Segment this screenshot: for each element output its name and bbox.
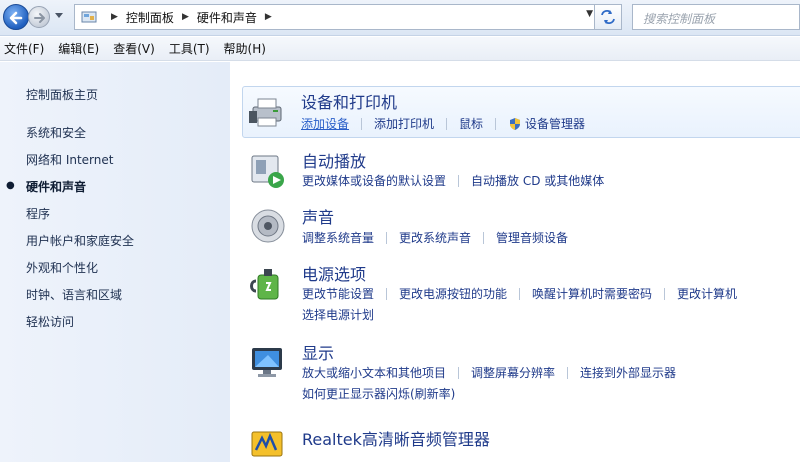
fix-flicker-link[interactable]: 如何更正显示器闪烁(刷新率) [302, 385, 455, 402]
sidebar-item-home[interactable]: 控制面板主页 [26, 86, 98, 103]
display-links-row2: 如何更正显示器闪烁(刷新率) [302, 385, 455, 402]
address-history-dropdown-icon[interactable]: ▼ [586, 9, 593, 19]
screen-resolution-link[interactable]: 调整屏幕分辨率 [471, 364, 555, 381]
menu-bar: 文件(F) 编辑(E) 查看(V) 工具(T) 帮助(H) [0, 37, 800, 61]
sidebar-item-programs[interactable]: 程序 [26, 205, 50, 222]
adjust-volume-link[interactable]: 调整系统音量 [302, 229, 374, 246]
autoplay-links: 更改媒体或设备的默认设置 自动播放 CD 或其他媒体 [302, 172, 604, 189]
link-divider [495, 117, 497, 130]
external-display-link[interactable]: 连接到外部显示器 [580, 364, 676, 381]
power-button-function-link[interactable]: 更改电源按钮的功能 [399, 285, 507, 302]
category-power-options: 电源选项 更改节能设置 更改电源按钮的功能 唤醒计算机时需要密码 更改计算机 选… [244, 259, 800, 329]
search-input[interactable]: 搜索控制面板 [632, 4, 800, 30]
link-divider [458, 174, 460, 187]
sidebar-item-network[interactable]: 网络和 Internet [26, 151, 113, 168]
category-realtek: Realtek高清晰音频管理器 [244, 420, 800, 460]
uac-shield-icon [510, 117, 521, 130]
realtek-title[interactable]: Realtek高清晰音频管理器 [302, 426, 490, 450]
forward-button[interactable] [28, 6, 50, 28]
breadcrumb: ▶ 控制面板 ▶ 硬件和声音 ▶ [103, 5, 280, 29]
sidebar-item-hardware-sound: 硬件和声音 [26, 180, 87, 194]
link-divider [664, 287, 666, 300]
menu-help[interactable]: 帮助(H) [220, 40, 276, 57]
category-display: 显示 放大或缩小文本和其他项目 调整屏幕分辨率 连接到外部显示器 如何更正显示器… [244, 338, 800, 408]
refresh-button[interactable] [594, 4, 622, 30]
autoplay-icon [251, 155, 284, 188]
address-bar-area: ▶ 控制面板 ▶ 硬件和声音 ▶ ▼ 搜索控制面板 [0, 0, 800, 36]
forward-arrow-icon [34, 13, 45, 23]
refresh-icon [601, 10, 615, 24]
back-arrow-icon [9, 11, 23, 25]
menu-tools[interactable]: 工具(T) [165, 40, 220, 57]
link-divider [458, 366, 460, 379]
sound-links: 调整系统音量 更改系统声音 管理音频设备 [302, 229, 568, 246]
power-options-links-row2: 选择电源计划 [302, 306, 374, 323]
autoplay-cd-link[interactable]: 自动播放 CD 或其他媒体 [471, 172, 604, 189]
sidebar-item-user-accounts[interactable]: 用户帐户和家庭安全 [26, 232, 134, 249]
mouse-link[interactable]: 鼠标 [459, 115, 483, 132]
sound-title[interactable]: 声音 [302, 204, 334, 228]
text-size-link[interactable]: 放大或缩小文本和其他项目 [302, 364, 446, 381]
breadcrumb-hardware-sound[interactable]: 硬件和声音 [197, 9, 257, 26]
wakeup-password-link[interactable]: 唤醒计算机时需要密码 [532, 285, 652, 302]
change-system-sounds-link[interactable]: 更改系统声音 [399, 229, 471, 246]
breadcrumb-control-panel[interactable]: 控制面板 [126, 9, 174, 26]
back-button[interactable] [3, 4, 29, 30]
power-options-links-row1: 更改节能设置 更改电源按钮的功能 唤醒计算机时需要密码 更改计算机 [302, 285, 737, 302]
main-content: 设备和打印机 添加设备 添加打印机 鼠标 设备管理器 自动播放 更改媒体或设备的… [230, 62, 800, 462]
realtek-icon [251, 431, 283, 457]
menu-view[interactable]: 查看(V) [109, 40, 165, 57]
link-divider [386, 287, 388, 300]
sidebar-item-system-security[interactable]: 系统和安全 [26, 124, 86, 141]
sidebar-item-clock-region[interactable]: 时钟、语言和区域 [26, 286, 122, 303]
control-panel-icon [81, 11, 97, 23]
add-printer-link[interactable]: 添加打印机 [374, 115, 434, 132]
devices-printers-title[interactable]: 设备和打印机 [301, 89, 397, 113]
autoplay-title[interactable]: 自动播放 [302, 148, 366, 172]
device-manager-link[interactable]: 设备管理器 [525, 115, 585, 132]
change-default-media-link[interactable]: 更改媒体或设备的默认设置 [302, 172, 446, 189]
breadcrumb-separator[interactable]: ▶ [111, 12, 118, 22]
current-item-bullet: ● [6, 180, 15, 191]
devices-printers-links: 添加设备 添加打印机 鼠标 设备管理器 [301, 115, 585, 132]
breadcrumb-separator[interactable]: ▶ [182, 12, 189, 22]
category-sound: 声音 调整系统音量 更改系统声音 管理音频设备 [244, 202, 800, 252]
link-divider [567, 366, 569, 379]
link-divider [519, 287, 521, 300]
printer-icon [249, 98, 282, 127]
power-options-title[interactable]: 电源选项 [302, 261, 366, 285]
change-computer-sleep-link[interactable]: 更改计算机 [677, 285, 737, 302]
search-placeholder: 搜索控制面板 [643, 12, 716, 26]
display-links-row1: 放大或缩小文本和其他项目 调整屏幕分辨率 连接到外部显示器 [302, 364, 676, 381]
link-divider [361, 117, 363, 130]
manage-audio-devices-link[interactable]: 管理音频设备 [496, 229, 568, 246]
display-title[interactable]: 显示 [302, 340, 334, 364]
change-power-saving-link[interactable]: 更改节能设置 [302, 285, 374, 302]
breadcrumb-separator[interactable]: ▶ [265, 12, 272, 22]
menu-edit[interactable]: 编辑(E) [54, 40, 109, 57]
link-divider [483, 231, 485, 244]
add-device-link[interactable]: 添加设备 [301, 115, 349, 132]
navigation-pane: 控制面板主页 系统和安全 网络和 Internet ● 硬件和声音 程序 用户帐… [0, 62, 230, 462]
speaker-icon [251, 209, 285, 243]
category-autoplay: 自动播放 更改媒体或设备的默认设置 自动播放 CD 或其他媒体 [244, 146, 800, 194]
choose-power-plan-link[interactable]: 选择电源计划 [302, 306, 374, 323]
link-divider [386, 231, 388, 244]
link-divider [446, 117, 448, 130]
sidebar-item-ease-of-access[interactable]: 轻松访问 [26, 313, 74, 330]
display-icon [252, 348, 282, 377]
address-field[interactable]: ▶ 控制面板 ▶ 硬件和声音 ▶ ▼ [74, 4, 600, 30]
menu-file[interactable]: 文件(F) [0, 40, 54, 57]
power-icon [250, 269, 279, 300]
recent-pages-dropdown-icon[interactable] [54, 12, 64, 20]
category-devices-printers: 设备和打印机 添加设备 添加打印机 鼠标 设备管理器 [242, 86, 800, 138]
sidebar-item-appearance[interactable]: 外观和个性化 [26, 259, 98, 276]
